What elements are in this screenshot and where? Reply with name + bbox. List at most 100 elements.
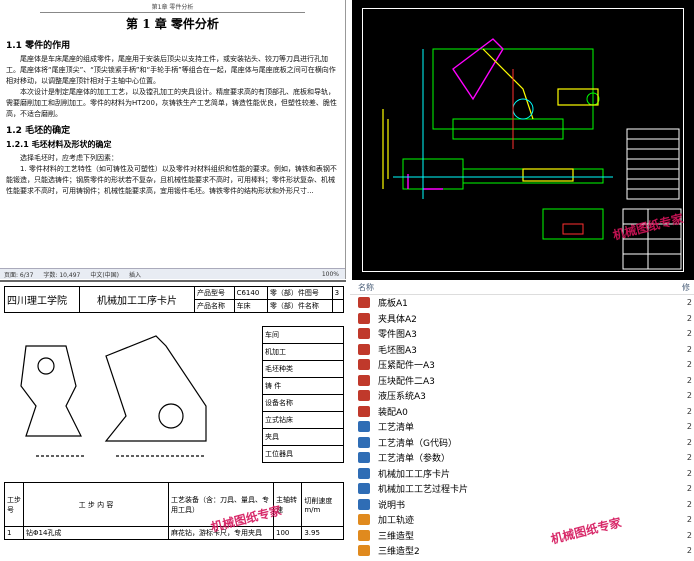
file-list-item[interactable]: 工艺清单 2 [350, 419, 694, 435]
file-date: 2 [686, 329, 692, 339]
file-name: 三维造型2 [378, 547, 420, 558]
card-side-table: 车间 机加工 毛坯种类 铸 件 设备名称 立式钻床 夹具 工位器具 [262, 326, 344, 463]
file-list-item[interactable]: 工艺清单（参数） 2 [350, 450, 694, 466]
drawing-file-icon [358, 328, 370, 340]
document-icon [358, 498, 370, 510]
subsection-heading: 1.2.1 毛坯材料及形状的确定 [6, 140, 112, 149]
row-v: 3.95 [301, 526, 344, 540]
drawing-file-icon [358, 297, 370, 309]
file-date: 2 [686, 437, 692, 447]
drawing-file-icon [358, 343, 370, 355]
drawing-file-icon [358, 390, 370, 402]
file-date: 2 [686, 546, 692, 556]
file-list-item[interactable]: 说明书 2 [350, 497, 694, 513]
fixture-label: 夹具 [262, 428, 344, 446]
file-name: 工艺清单（G代码） [378, 438, 457, 449]
machine-value: 机加工 [262, 343, 344, 361]
file-date: 2 [686, 391, 692, 401]
blank-value: 铸 件 [262, 377, 344, 395]
word-document-panel: 第1章 零件分析 第 1 章 零件分析 1.1 零件的作用 尾座体是车床尾座的组… [0, 0, 346, 279]
file-name: 装配A0 [378, 407, 408, 418]
file-name: 毛坯图A3 [378, 345, 417, 356]
file-date: 2 [686, 406, 692, 416]
file-list-item[interactable]: 加工轨迹 2 [350, 512, 694, 528]
file-name: 加工轨迹 [378, 516, 415, 527]
document-icon [358, 436, 370, 448]
file-date: 2 [686, 422, 692, 432]
file-date: 2 [686, 375, 692, 385]
archive-icon [358, 545, 370, 557]
file-name: 机械加工工艺过程卡片 [378, 485, 469, 496]
archive-icon [358, 514, 370, 526]
paragraph: 选择毛坯时，应考虑下列因素： [20, 154, 118, 162]
file-name: 机械加工工序卡片 [378, 469, 451, 480]
chapter-title: 第 1 章 零件分析 [126, 17, 219, 31]
file-name: 三维造型 [378, 531, 415, 542]
file-list-item[interactable]: 底板A1 2 [350, 295, 694, 311]
drawing-file-icon [358, 359, 370, 371]
file-date: 2 [686, 360, 692, 370]
file-date: 2 [686, 484, 692, 494]
file-date: 2 [686, 344, 692, 354]
file-date: 2 [686, 499, 692, 509]
file-list-item[interactable]: 装配A0 2 [350, 404, 694, 420]
document-icon [358, 467, 370, 479]
page-header: 第1章 零件分析 [40, 2, 305, 13]
document-icon [358, 421, 370, 433]
product-model-label: 产品型号 [194, 286, 235, 300]
file-name: 底板A1 [378, 299, 408, 310]
file-list-item[interactable]: 机械加工工序卡片 2 [350, 466, 694, 482]
paragraph: 本次设计是制定尾座体的加工工艺，以及镗孔加工的夹具设计。精度要求高的有顶部孔、底… [6, 88, 337, 118]
file-list-item[interactable]: 夹具体A2 2 [350, 311, 694, 327]
paragraph: 1. 零件材料的工艺特性（如可铸性及可塑性）以及零件对材料组织和性能的要求。例如… [6, 165, 337, 195]
modified-column[interactable]: 修 [682, 282, 690, 293]
equip-value: 立式钻床 [262, 411, 344, 429]
file-list-item[interactable]: 液压系统A3 2 [350, 388, 694, 404]
file-list-item[interactable]: 毛坯图A3 2 [350, 342, 694, 358]
product-model: C6140 [233, 286, 268, 300]
part-sketch [20, 335, 207, 457]
product-name-label: 产品名称 [194, 299, 235, 313]
file-date: 2 [686, 298, 692, 308]
file-date: 2 [686, 313, 692, 323]
file-name: 夹具体A2 [378, 314, 417, 325]
row-step-no: 1 [4, 526, 24, 540]
sheet-number: 3 [331, 286, 345, 300]
insert-mode[interactable]: 插入 [129, 270, 141, 279]
card-header-table: 四川理工学院 机械加工工序卡片 产品型号 C6140 零（部）件图号 3 产品名… [4, 286, 345, 313]
blank-type-label: 毛坯种类 [262, 360, 344, 378]
file-list-item[interactable]: 三维造型2 2 [350, 543, 694, 559]
column-header[interactable]: 名称 修 [350, 280, 694, 295]
drawing-file-icon [358, 374, 370, 386]
drawing-file-icon [358, 405, 370, 417]
section-heading: 1.1 零件的作用 [6, 41, 71, 51]
language: 中文(中国) [90, 271, 120, 279]
drawing-file-icon [358, 312, 370, 324]
station-label: 工位器具 [262, 445, 344, 463]
equip-label: 设备名称 [262, 394, 344, 412]
file-list-item[interactable]: 零件图A3 2 [350, 326, 694, 342]
row-step-content: 钻Φ14孔成 [23, 526, 169, 540]
file-list-item[interactable]: 机械加工工艺过程卡片 2 [350, 481, 694, 497]
product-name: 车床 [233, 299, 268, 313]
cad-drawing-panel: 机械图纸专家 [352, 0, 694, 280]
zoom-level[interactable]: 100% [322, 271, 339, 278]
cut-speed-header: 切削速度 m/m [301, 482, 344, 527]
name-column[interactable]: 名称 [358, 282, 374, 293]
file-name: 液压系统A3 [378, 392, 426, 403]
school-name: 四川理工学院 [4, 286, 80, 313]
row-speed: 100 [272, 526, 303, 540]
document-icon [358, 452, 370, 464]
file-name: 压块配件二A3 [378, 376, 435, 387]
file-list-item[interactable]: 压块配件二A3 2 [350, 373, 694, 389]
step-no-header: 工步号 [4, 482, 24, 527]
archive-icon [358, 529, 370, 541]
file-date: 2 [686, 515, 692, 525]
file-date: 2 [686, 468, 692, 478]
file-list-item[interactable]: 压紧配件一A3 2 [350, 357, 694, 373]
file-rows: 底板A1 2 夹具体A2 2 零件图A3 2 毛坯图A3 2 压紧配件一A3 2 压块配件二A3 2 液… [350, 295, 694, 559]
file-date: 2 [686, 453, 692, 463]
file-list-item[interactable]: 三维造型 2 [350, 528, 694, 544]
file-list-item[interactable]: 工艺清单（G代码） 2 [350, 435, 694, 451]
file-name: 说明书 [378, 500, 406, 511]
